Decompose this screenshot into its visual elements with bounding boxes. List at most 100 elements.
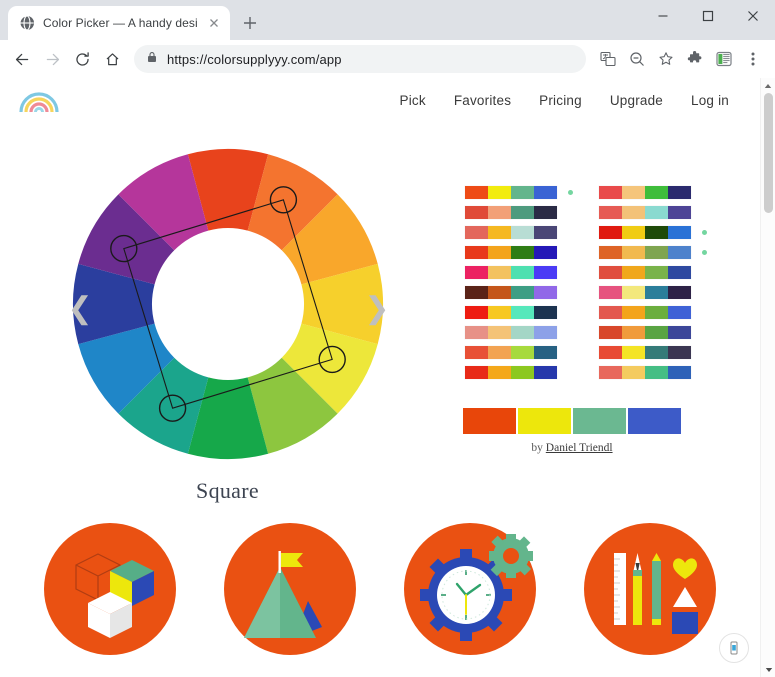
palette-swatch[interactable]: [511, 266, 534, 279]
palette-swatch[interactable]: [645, 366, 668, 379]
palette-swatch[interactable]: [488, 326, 511, 339]
reload-button[interactable]: [68, 45, 96, 73]
palette-swatch[interactable]: [511, 246, 534, 259]
translate-icon[interactable]: [594, 45, 622, 73]
palette-swatch[interactable]: [622, 346, 645, 359]
favorite-dot[interactable]: [568, 190, 573, 195]
mobile-device-icon[interactable]: [719, 633, 749, 663]
palette-swatch[interactable]: [599, 226, 622, 239]
nav-item-pick[interactable]: Pick: [400, 93, 426, 108]
palette-swatch[interactable]: [668, 206, 691, 219]
palette-swatch[interactable]: [622, 366, 645, 379]
palette-swatch[interactable]: [599, 186, 622, 199]
clock-gear-icon[interactable]: [396, 515, 544, 663]
palette-swatch[interactable]: [622, 286, 645, 299]
nav-item-upgrade[interactable]: Upgrade: [610, 93, 663, 108]
close-window-button[interactable]: [730, 0, 775, 32]
credit-author-link[interactable]: Daniel Triendl: [546, 442, 613, 454]
palette-swatch[interactable]: [534, 266, 557, 279]
palette-swatch[interactable]: [465, 346, 488, 359]
palette-swatch[interactable]: [534, 286, 557, 299]
selected-palette-swatch[interactable]: [518, 408, 571, 434]
forward-button[interactable]: [38, 45, 66, 73]
color-wheel-svg[interactable]: [58, 134, 398, 474]
palette-swatch[interactable]: [488, 366, 511, 379]
palette-row[interactable]: [599, 306, 691, 319]
palette-swatch[interactable]: [465, 186, 488, 199]
palette-row[interactable]: [599, 226, 691, 239]
palette-row[interactable]: [465, 286, 557, 299]
palette-row[interactable]: [465, 226, 557, 239]
palette-swatch[interactable]: [465, 226, 488, 239]
palette-swatch[interactable]: [622, 226, 645, 239]
palette-swatch[interactable]: [645, 266, 668, 279]
palette-swatch[interactable]: [488, 286, 511, 299]
palette-swatch[interactable]: [465, 306, 488, 319]
palette-swatch[interactable]: [599, 366, 622, 379]
palette-swatch[interactable]: [488, 226, 511, 239]
palette-swatch[interactable]: [668, 246, 691, 259]
palette-swatch[interactable]: [534, 306, 557, 319]
palette-swatch[interactable]: [488, 246, 511, 259]
palette-swatch[interactable]: [511, 346, 534, 359]
profile-icon[interactable]: [710, 45, 738, 73]
favorite-dot[interactable]: [702, 230, 707, 235]
palette-swatch[interactable]: [511, 186, 534, 199]
palette-swatch[interactable]: [599, 246, 622, 259]
color-wheel[interactable]: ❮ ❯: [58, 134, 398, 474]
palette-swatch[interactable]: [465, 286, 488, 299]
palette-row[interactable]: [599, 286, 691, 299]
palette-swatch[interactable]: [668, 306, 691, 319]
cubes-icon[interactable]: [36, 515, 184, 663]
palette-row[interactable]: [599, 326, 691, 339]
palette-swatch[interactable]: [599, 286, 622, 299]
palette-swatch[interactable]: [599, 326, 622, 339]
palette-swatch[interactable]: [645, 306, 668, 319]
palette-swatch[interactable]: [534, 346, 557, 359]
browser-tab[interactable]: Color Picker — A handy design: [8, 6, 230, 40]
palette-swatch[interactable]: [668, 346, 691, 359]
palette-row[interactable]: [465, 206, 557, 219]
maximize-button[interactable]: [685, 0, 730, 32]
palette-swatch[interactable]: [488, 346, 511, 359]
scroll-up-arrow[interactable]: [761, 78, 775, 93]
rainbow-logo[interactable]: [18, 87, 60, 113]
palette-swatch[interactable]: [488, 186, 511, 199]
selected-palette-swatch[interactable]: [573, 408, 626, 434]
palette-swatch[interactable]: [622, 326, 645, 339]
palette-row[interactable]: [465, 186, 557, 199]
page-scrollbar[interactable]: [760, 78, 775, 677]
palette-swatch[interactable]: [488, 206, 511, 219]
palette-swatch[interactable]: [465, 326, 488, 339]
palette-swatch[interactable]: [465, 246, 488, 259]
palette-swatch[interactable]: [511, 306, 534, 319]
palette-row[interactable]: [599, 346, 691, 359]
puzzle-icon[interactable]: [681, 45, 709, 73]
palette-swatch[interactable]: [668, 226, 691, 239]
palette-row[interactable]: [599, 206, 691, 219]
palette-swatch[interactable]: [645, 286, 668, 299]
palette-row[interactable]: [465, 306, 557, 319]
selected-palette-swatch[interactable]: [628, 408, 681, 434]
palette-swatch[interactable]: [668, 266, 691, 279]
palette-swatch[interactable]: [534, 226, 557, 239]
close-icon[interactable]: [206, 15, 222, 31]
palette-swatch[interactable]: [645, 206, 668, 219]
palette-swatch[interactable]: [668, 186, 691, 199]
design-tools-icon[interactable]: [576, 515, 724, 663]
back-button[interactable]: [8, 45, 36, 73]
palette-row[interactable]: [465, 246, 557, 259]
palette-swatch[interactable]: [534, 326, 557, 339]
favorite-dot[interactable]: [702, 250, 707, 255]
palette-swatch[interactable]: [599, 346, 622, 359]
palette-swatch[interactable]: [465, 206, 488, 219]
palette-swatch[interactable]: [645, 186, 668, 199]
palette-row[interactable]: [599, 186, 691, 199]
new-tab-button[interactable]: [236, 9, 264, 37]
palette-swatch[interactable]: [511, 366, 534, 379]
palette-swatch[interactable]: [465, 266, 488, 279]
palette-row[interactable]: [465, 326, 557, 339]
palette-swatch[interactable]: [534, 186, 557, 199]
palette-swatch[interactable]: [599, 206, 622, 219]
selected-palette-swatch[interactable]: [463, 408, 516, 434]
